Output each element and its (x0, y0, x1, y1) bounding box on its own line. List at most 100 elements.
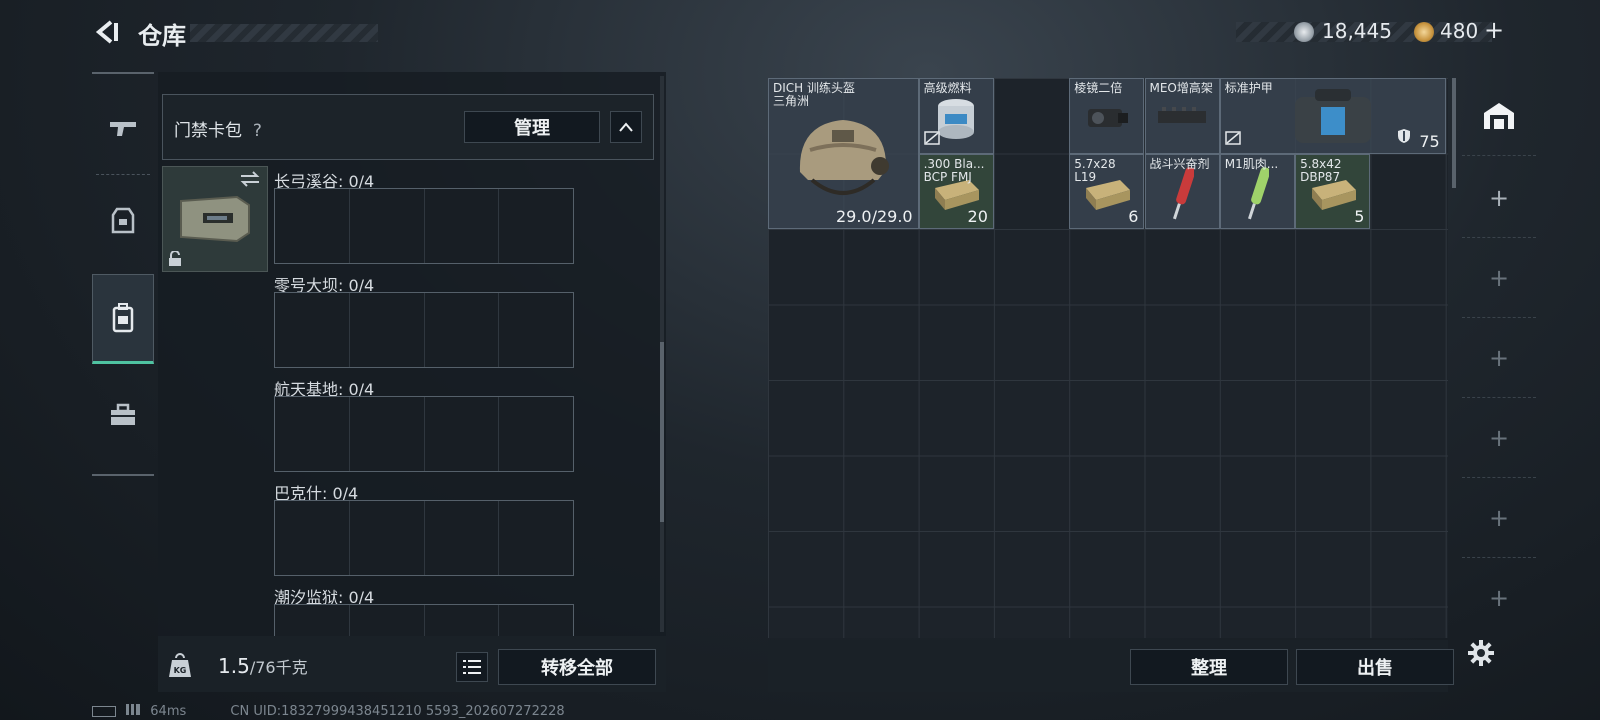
keycard-slot-row[interactable] (274, 292, 574, 368)
transfer-all-button[interactable]: 转移全部 (498, 649, 656, 685)
tab-warehouse[interactable] (1462, 76, 1536, 156)
item-count: 29.0/29.0 (835, 207, 913, 226)
add-storage-button-6[interactable]: + (1462, 558, 1536, 638)
keycard-slot[interactable] (499, 397, 573, 471)
keycard-slot-row[interactable] (274, 396, 574, 472)
durability-shield-icon (1397, 128, 1411, 148)
keycard-slot[interactable] (275, 605, 350, 639)
list-view-button[interactable] (456, 652, 488, 682)
add-storage-button-2[interactable]: + (1462, 238, 1536, 318)
item-name: 高级燃料 (923, 81, 972, 95)
keycard-slot-row[interactable] (274, 604, 574, 640)
keycard-slot[interactable] (425, 605, 500, 639)
gun-icon (110, 122, 136, 136)
item-name: MEO增高架 (1149, 81, 1213, 95)
warehouse-icon (1484, 102, 1514, 129)
sidebar-item-backpack[interactable] (92, 274, 154, 364)
inventory-item[interactable]: DICH 训练头盔 三角洲 29.0/29.0 (768, 78, 919, 229)
scope-icon (1082, 101, 1132, 139)
keycard-slot[interactable] (350, 605, 425, 639)
inventory-item[interactable]: .300 Bla... BCP FMJ 20 (918, 153, 994, 229)
item-count: 75 (1419, 131, 1440, 151)
keycard-slot-row[interactable] (274, 500, 574, 576)
keycard-slot[interactable] (350, 189, 425, 263)
keycard-slot[interactable] (425, 501, 500, 575)
add-storage-button-5[interactable]: + (1462, 478, 1536, 558)
gold-amount: 480 (1440, 19, 1479, 43)
keycard-pack-label: 门禁卡包 ? (174, 121, 262, 141)
mount-icon (1154, 103, 1210, 137)
back-button[interactable] (92, 18, 120, 46)
add-gold-button[interactable]: + (1484, 16, 1504, 44)
sell-button[interactable]: 出售 (1296, 649, 1454, 685)
armor-icon (1285, 83, 1381, 152)
item-subname: L19 (1074, 169, 1097, 184)
inventory-item[interactable]: 标准护甲 75 (1219, 78, 1446, 154)
left-scrollbar-thumb[interactable] (660, 342, 664, 522)
chevron-up-icon (619, 122, 633, 132)
keycard-slot[interactable] (275, 501, 350, 575)
item-subname: BCP FMJ (923, 169, 972, 184)
item-name: 战斗兴奋剂 (1149, 156, 1210, 171)
silver-amount: 18,445 (1322, 19, 1392, 43)
sort-button[interactable]: 整理 (1130, 649, 1288, 685)
weight-current: 1.5 (218, 654, 250, 678)
signal-icon (126, 704, 141, 715)
silver-coin-icon (1294, 22, 1314, 42)
help-icon[interactable]: ? (253, 121, 262, 141)
keycard-slot[interactable] (275, 189, 350, 263)
inventory-item[interactable]: MEO增高架 (1144, 78, 1220, 154)
add-storage-button-4[interactable]: + (1462, 398, 1536, 478)
item-count: 5 (1354, 207, 1365, 226)
no-insure-icon (923, 130, 940, 149)
item-count: 20 (967, 207, 988, 226)
manage-button[interactable]: 管理 (464, 111, 600, 143)
settings-button[interactable] (1466, 638, 1496, 668)
inventory-item[interactable]: 5.8x42 DBP87 5 (1295, 153, 1371, 229)
keycard-slot[interactable] (275, 397, 350, 471)
inventory-item[interactable]: 棱镜二倍 (1069, 78, 1145, 154)
sidebar-item-toolbox[interactable] (92, 370, 154, 460)
category-sidebar (92, 72, 154, 476)
backpack-panel (158, 72, 666, 692)
helmet-icon (788, 110, 898, 214)
keycard-slot[interactable] (425, 397, 500, 471)
storage-tabs: + + + + + + (1462, 76, 1536, 646)
item-subname: 三角洲 (773, 94, 810, 108)
right-scrollbar-thumb[interactable] (1452, 78, 1456, 188)
sidebar-item-armor[interactable] (92, 176, 154, 266)
armor-icon (111, 207, 135, 234)
list-icon (463, 660, 481, 674)
keycard-pack-item[interactable] (162, 166, 268, 272)
keycard-slot-row[interactable] (274, 188, 574, 264)
item-name: 标准护甲 (1224, 81, 1273, 95)
inventory-item[interactable]: 高级燃料 (918, 78, 994, 154)
inventory-item[interactable]: 战斗兴奋剂 (1144, 153, 1220, 229)
add-storage-button-1[interactable]: + (1462, 158, 1536, 238)
keycard-slot[interactable] (350, 397, 425, 471)
svg-text:KG: KG (174, 666, 187, 675)
gear-icon (1468, 640, 1494, 666)
item-subname: DBP87 (1300, 169, 1341, 184)
sidebar-item-weapons[interactable] (92, 84, 154, 174)
keycard-slot[interactable] (499, 189, 573, 263)
keycard-slot[interactable] (425, 189, 500, 263)
item-count: 6 (1128, 207, 1139, 226)
keycard-slot[interactable] (275, 293, 350, 367)
collapse-button[interactable] (610, 111, 642, 143)
keycard-slot[interactable] (425, 293, 500, 367)
inventory-item[interactable]: 5.7x28 L19 6 (1069, 153, 1145, 229)
battery-icon (92, 706, 116, 717)
keycard-slot[interactable] (350, 293, 425, 367)
inventory-item[interactable]: M1肌肉... (1219, 153, 1296, 229)
uid-text: CN UID:18327999438451210 5593_2026072722… (230, 704, 565, 719)
add-storage-button-3[interactable]: + (1462, 318, 1536, 398)
keycard-slot[interactable] (499, 501, 573, 575)
keycard-slot[interactable] (499, 293, 573, 367)
keycard-slot[interactable] (350, 501, 425, 575)
lock-icon (169, 251, 181, 266)
swap-icon (240, 171, 260, 187)
keycard-slot[interactable] (499, 605, 573, 639)
item-name: 棱镜二倍 (1074, 81, 1123, 95)
weight-capacity: /76千克 (249, 658, 308, 677)
